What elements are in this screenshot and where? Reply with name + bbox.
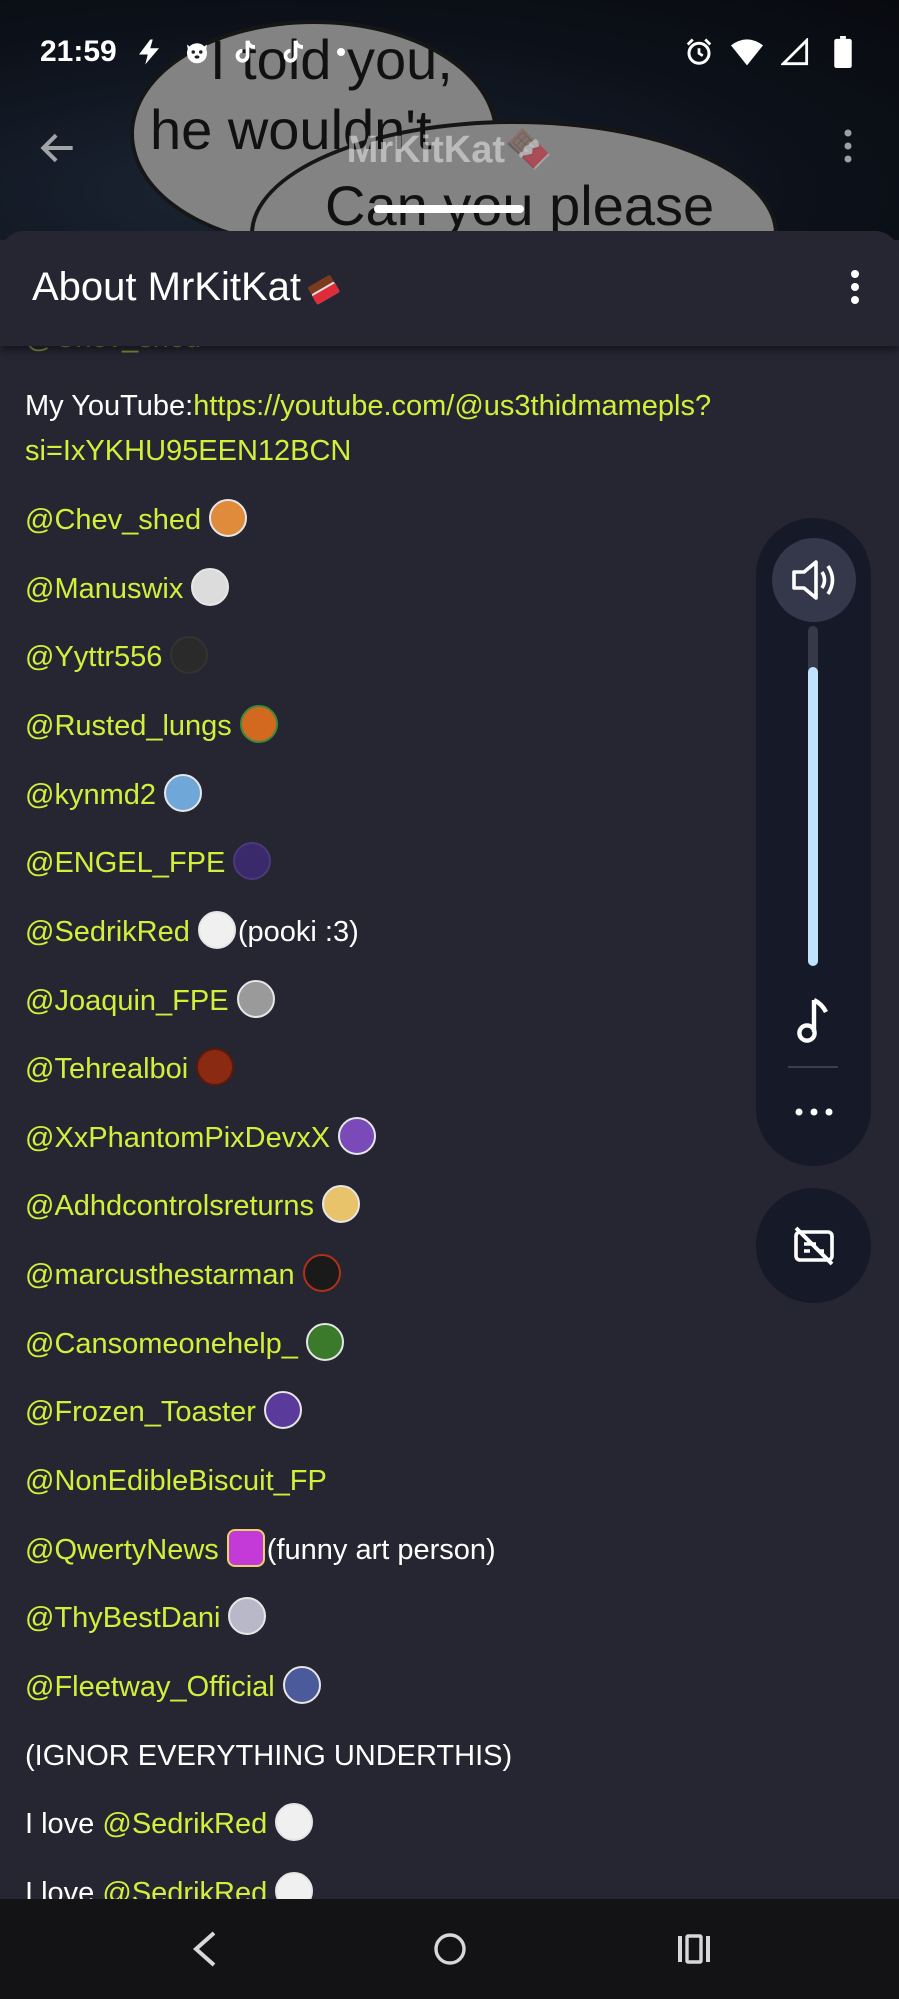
list-item: @Manuswix [25,568,230,609]
notification-dot-icon [325,36,357,68]
avatar [191,568,230,607]
avatar [236,980,275,1019]
mention-link[interactable]: @marcusthestarman [25,1259,295,1291]
avatar [163,774,202,813]
mention-link[interactable]: @XxPhantomPixDevxX [25,1122,330,1154]
mention-link[interactable]: @Rusted_lungs [25,710,232,742]
avatar [239,705,278,744]
mention-link[interactable]: @Fleetway_Official [25,1671,275,1703]
mention-link[interactable]: @Joaquin_FPE [25,985,229,1017]
app-bar: MrKitKat🍫 [0,120,899,192]
list-item: @Rusted_lungs [25,705,278,746]
avatar [209,499,248,538]
youtube-line-cont: si=IxYKHU95EEN12BCN [25,431,351,471]
avatar [275,1803,314,1842]
music-note-icon[interactable] [794,996,834,1044]
system-nav-bar [0,1899,899,1999]
avatar [228,1597,267,1636]
panel-divider [788,1066,838,1068]
avatar [196,1048,235,1087]
avatar [321,1185,360,1224]
avatar [282,1666,321,1705]
list-item: @marcusthestarman [25,1254,341,1295]
mention-link[interactable]: @SedrikRed [25,916,190,948]
mention-note: (funny art person) [266,1534,496,1566]
overflow-menu-icon[interactable] [843,128,867,168]
youtube-line: My YouTube:https://youtube.com/@us3thidm… [25,386,711,426]
mention-link[interactable]: @Chev_shed [25,504,201,536]
back-icon[interactable] [184,1929,224,1969]
youtube-link[interactable]: si=IxYKHU95EEN12BCN [25,435,351,467]
list-item: @NonEdibleBiscuit_FP [25,1461,327,1501]
list-item: @Fleetway_Official [25,1666,321,1707]
dog-face-icon [181,36,213,68]
list-item: @QwertyNews (funny art person) [25,1529,496,1570]
list-item: @kynmd2 [25,774,202,815]
list-item: @Adhdcontrolsreturns [25,1185,360,1226]
avatar [170,636,209,675]
status-bar: 21:59 [0,0,899,104]
mention-link[interactable]: @Manuswix [25,573,183,605]
list-item: @Tehrealboi [25,1048,235,1089]
list-item: @ENGEL_FPE [25,842,272,883]
mention-link[interactable]: @QwertyNews [25,1534,219,1566]
youtube-link[interactable]: https://youtube.com/@us3thidmamepls? [193,390,711,422]
more-dots-icon[interactable] [792,1104,836,1124]
list-item: @Chev_shed [25,499,248,540]
volume-slider[interactable] [808,626,818,966]
list-item: @Yyttr556 [25,636,209,677]
avatar [263,1391,302,1430]
home-icon[interactable] [430,1929,470,1969]
mention-link[interactable]: @NonEdibleBiscuit_FP [25,1465,327,1497]
cell-signal-icon [779,36,811,68]
avatar [233,842,272,881]
avatar [305,1323,344,1362]
captions-off-icon[interactable] [756,1188,871,1303]
wifi-icon [731,36,763,68]
mention-link[interactable]: @Tehrealboi [25,1053,188,1085]
tiktok-icon [229,36,261,68]
tiktok-icon [277,36,309,68]
list-item: @Cansomeonehelp_ [25,1323,344,1364]
love-prefix: I love [25,1808,103,1840]
mention-link[interactable]: @ThyBestDani [25,1602,220,1634]
channel-name: MrKitKat🍫 [346,129,553,171]
battery-icon [827,36,859,68]
sheet-title: About MrKitKat [32,265,345,310]
volume-level [808,666,818,966]
list-item: @XxPhantomPixDevxX [25,1117,377,1158]
lightning-icon [133,36,165,68]
avatar [197,911,236,950]
avatar [226,1529,265,1568]
volume-panel [756,518,871,1166]
list-item: I love @SedrikRed [25,1803,314,1844]
sheet-header: About MrKitKat [0,231,899,346]
ignore-line: (IGNOR EVERYTHING UNDERTHIS) [25,1740,513,1772]
mention-link[interactable]: @Frozen_Toaster [25,1396,256,1428]
sheet-title-text: About MrKitKat [32,265,302,309]
mention-link[interactable]: @ENGEL_FPE [25,847,225,879]
list-item: @SedrikRed (pooki :3) [25,911,359,952]
list-item: @Frozen_Toaster [25,1391,302,1432]
avatar [302,1254,341,1293]
mention-link[interactable]: @SedrikRed [102,1808,267,1840]
mention-link[interactable]: @kynmd2 [25,779,156,811]
avatar [338,1117,377,1156]
recents-icon[interactable] [674,1929,714,1969]
mention-link[interactable]: @Cansomeonehelp_ [25,1328,298,1360]
alarm-icon [683,36,715,68]
status-time: 21:59 [40,35,117,68]
list-item: @ThyBestDani [25,1597,267,1638]
sheet-drag-handle[interactable] [374,205,524,213]
mention-link[interactable]: @Yyttr556 [25,641,162,673]
mention-note: (pooki :3) [237,916,359,948]
chocolate-bar-icon [305,272,345,306]
sheet-more-icon[interactable] [849,269,865,309]
list-item: @Joaquin_FPE [25,980,275,1021]
youtube-label: My YouTube: [25,390,194,422]
speaker-icon[interactable] [772,538,856,622]
mention-link[interactable]: @Adhdcontrolsreturns [25,1190,314,1222]
